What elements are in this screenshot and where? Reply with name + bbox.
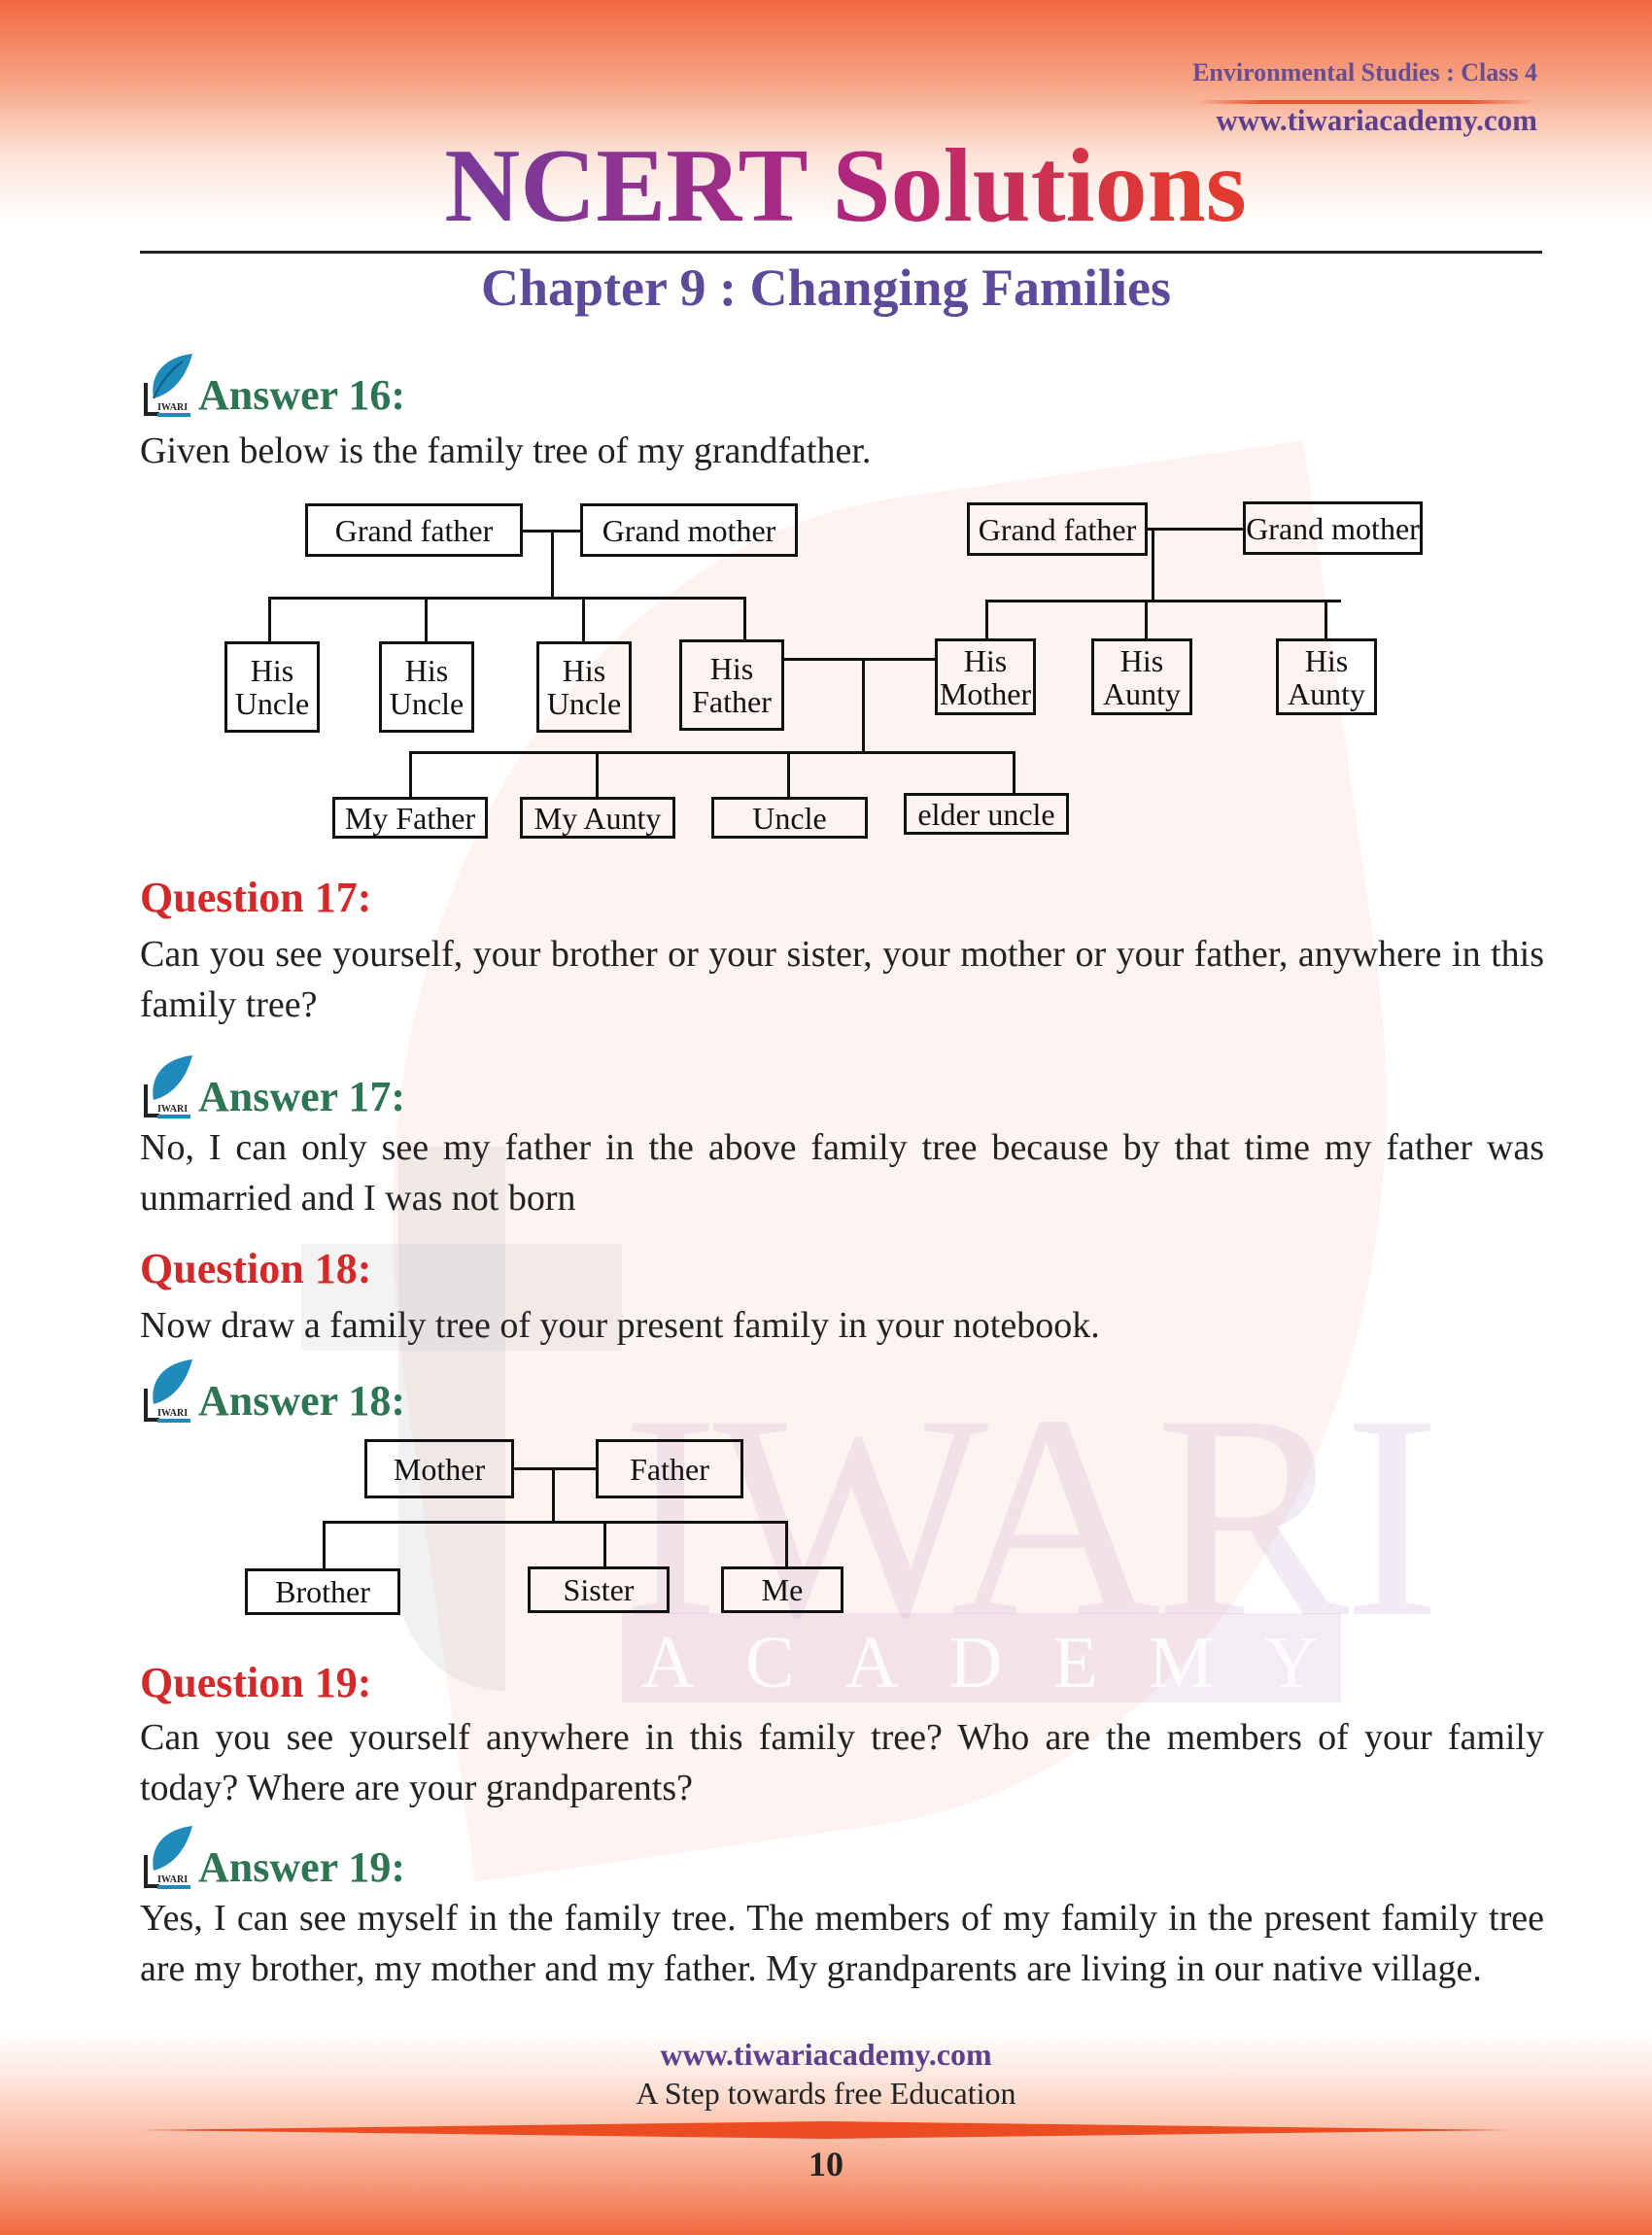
tree-node-his-mother: His Mother [935, 638, 1036, 715]
svg-text:IWARI: IWARI [157, 402, 188, 413]
tree-connector [596, 751, 599, 798]
tree-node-his-uncle: His Uncle [379, 641, 474, 733]
answer-18-heading: IWARI Answer 18: [140, 1356, 405, 1426]
tree-node-mother: Mother [364, 1439, 514, 1498]
tree-connector [985, 600, 988, 638]
tree-node-sister: Sister [528, 1566, 670, 1613]
tiwari-logo-icon: IWARI [144, 354, 192, 417]
answer-17-heading: IWARI Answer 17: [140, 1051, 405, 1121]
tree-connector [268, 597, 746, 600]
answer-19-heading: IWARI Answer 19: [140, 1822, 405, 1892]
tree-node-elder-uncle: elder uncle [904, 793, 1069, 835]
answer-heading-text: Answer 16: [198, 371, 406, 419]
answer-16-text: Given below is the family tree of my gra… [140, 430, 872, 471]
question-18-heading: Question 18: [140, 1245, 372, 1292]
answer-heading-text: Answer 18: [198, 1377, 406, 1425]
tree-connector [1013, 751, 1015, 794]
question-19-text: Can you see yourself anywhere in this fa… [140, 1717, 1544, 1808]
tree-node-his-aunty: His Aunty [1276, 638, 1377, 715]
tree-node-paternal-grandmother: Grand mother [580, 503, 798, 557]
tree-connector [784, 658, 936, 661]
tree-connector [1148, 528, 1243, 531]
svg-text:IWARI: IWARI [157, 1874, 188, 1885]
watermark-sub: ACADEMY [641, 1622, 1369, 1703]
tree-node-me: Me [721, 1566, 843, 1613]
question-18-text: Now draw a family tree of your present f… [140, 1305, 1100, 1346]
page-title: NCERT Solutions [0, 126, 1652, 247]
tree-connector [409, 751, 1015, 754]
tree-connector [985, 600, 1341, 602]
tree-connector [552, 1467, 555, 1522]
tree-node-father: Father [596, 1439, 743, 1498]
watermark-t-stem [398, 1147, 505, 1691]
page-number: 10 [809, 2145, 843, 2183]
svg-text:IWARI: IWARI [157, 1104, 188, 1115]
tiwari-logo-icon: IWARI [144, 1826, 192, 1889]
tree-node-my-aunty: My Aunty [520, 797, 675, 839]
answer-heading-text: Answer 17: [198, 1073, 406, 1120]
tree-connector [1325, 600, 1327, 638]
tree-node-paternal-grandfather: Grand father [305, 503, 523, 557]
tree-node-maternal-grandmother: Grand mother [1243, 501, 1423, 555]
answer-17-text: No, I can only see my father in the abov… [140, 1127, 1544, 1219]
footer-tagline: A Step towards free Education [636, 2076, 1016, 2111]
tree-connector [1145, 600, 1148, 638]
footer-website-link[interactable]: www.tiwariacademy.com [0, 2037, 1652, 2073]
answer-heading-text: Answer 19: [198, 1843, 406, 1891]
tree-connector [323, 1521, 788, 1524]
tree-connector [787, 751, 790, 798]
answer-16-heading: IWARI Answer 16: [140, 350, 405, 420]
tree-node-his-father: His Father [679, 639, 784, 731]
tree-connector [268, 597, 271, 643]
tree-node-his-uncle: His Uncle [224, 641, 320, 733]
subject-label: Environmental Studies : Class 4 [1192, 58, 1537, 86]
tree-connector [409, 751, 412, 798]
tree-node-my-father: My Father [332, 797, 488, 839]
question-17-text: Can you see yourself, your brother or yo… [140, 934, 1544, 1025]
tree-connector [323, 1521, 326, 1569]
answer-19-text: Yes, I can see myself in the family tree… [140, 1898, 1544, 1989]
tree-connector [785, 1521, 788, 1567]
tree-node-his-aunty: His Aunty [1091, 638, 1192, 715]
tree-connector [514, 1467, 596, 1470]
title-divider [140, 251, 1542, 254]
question-19-heading: Question 19: [140, 1659, 372, 1706]
footer-divider [141, 2121, 1511, 2139]
tree-connector [582, 597, 585, 643]
tree-connector [743, 597, 746, 641]
tree-node-maternal-grandfather: Grand father [967, 502, 1148, 556]
tree-node-brother: Brother [245, 1568, 400, 1615]
tree-node-his-uncle: His Uncle [536, 641, 632, 733]
tree-connector [862, 658, 865, 753]
tree-connector [425, 597, 428, 643]
question-17-heading: Question 17: [140, 874, 372, 921]
tiwari-logo-icon: IWARI [144, 1055, 192, 1118]
svg-text:IWARI: IWARI [157, 1408, 188, 1419]
tiwari-logo-icon: IWARI [144, 1359, 192, 1423]
tree-connector [1152, 528, 1154, 601]
chapter-title: Chapter 9 : Changing Families [480, 258, 1172, 317]
tree-connector [603, 1521, 606, 1567]
tree-connector [551, 530, 554, 599]
tree-node-uncle: Uncle [711, 797, 868, 839]
